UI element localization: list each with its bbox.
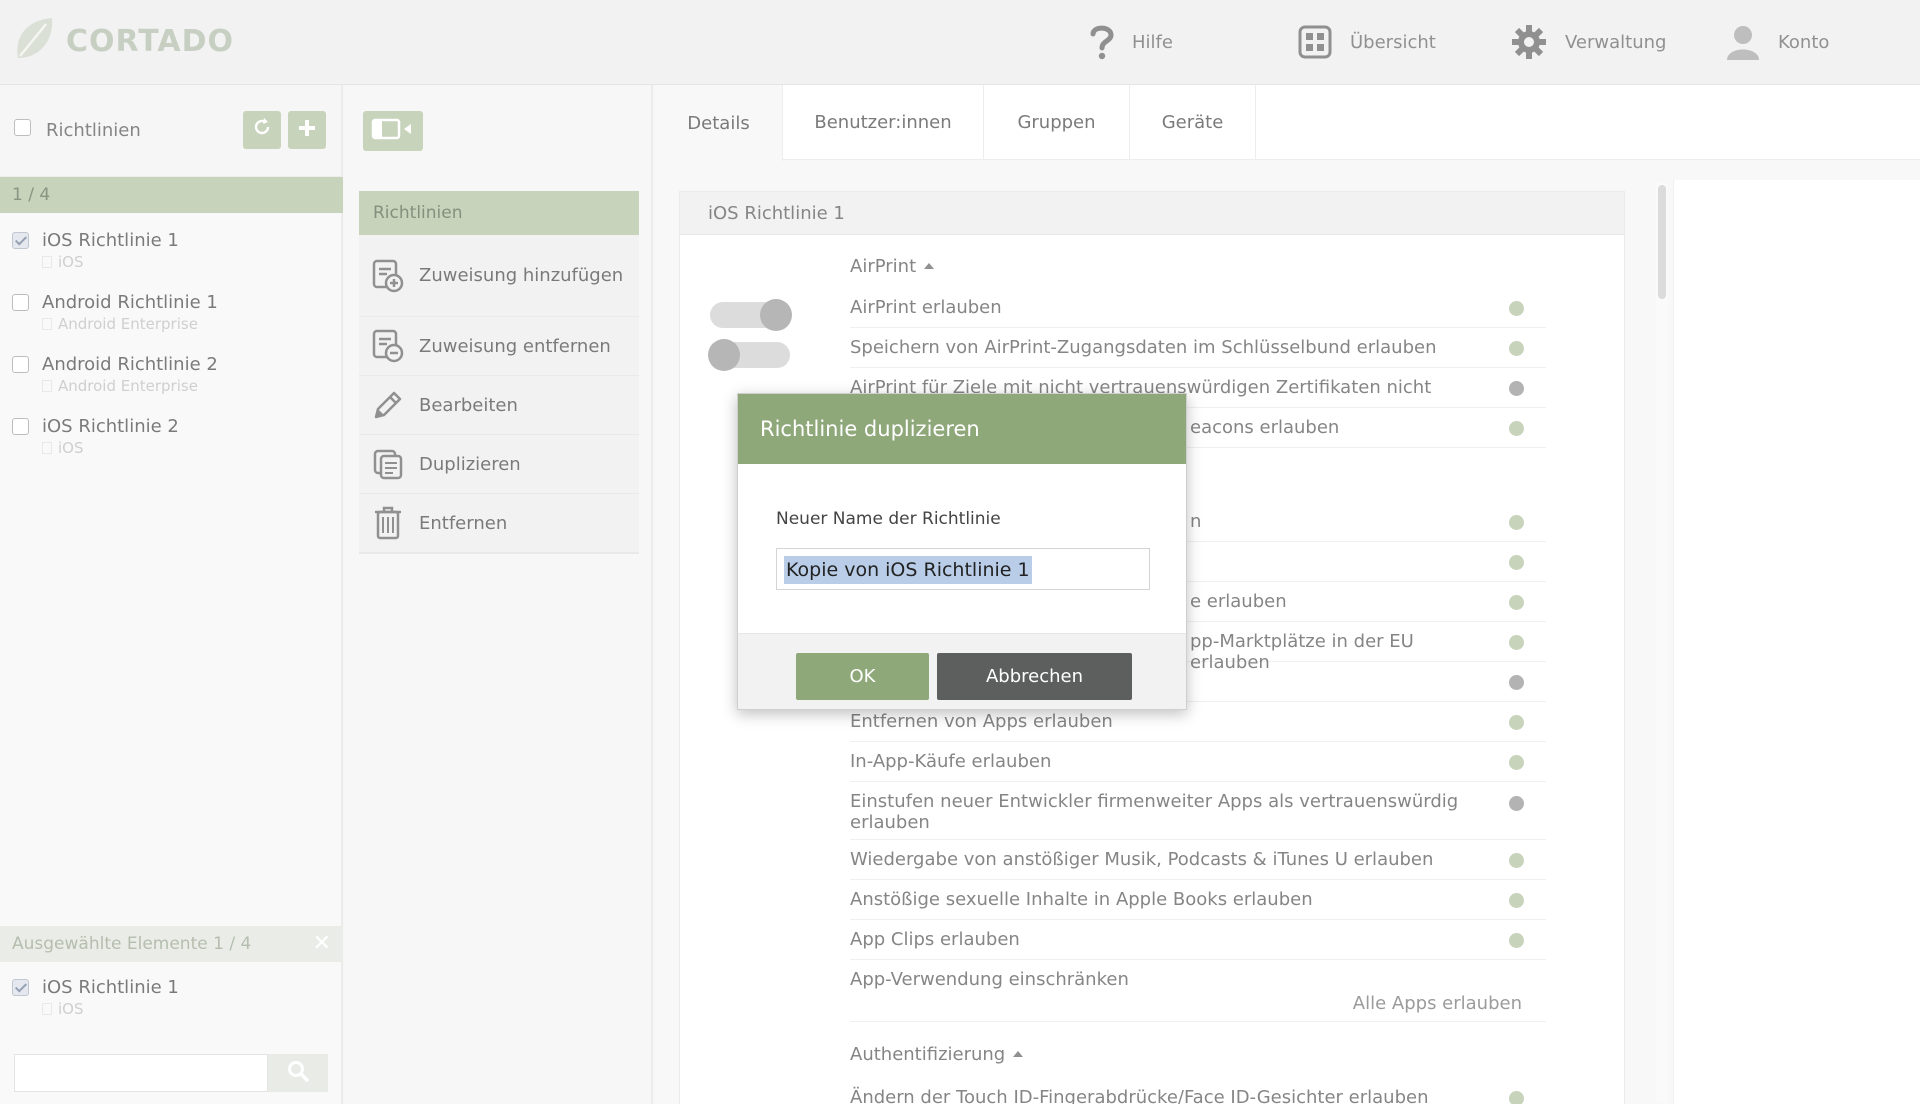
new-name-input[interactable]: Kopie von iOS Richtlinie 1: [776, 548, 1150, 590]
new-name-label: Neuer Name der Richtlinie: [776, 509, 1001, 529]
ok-button[interactable]: OK: [796, 653, 929, 700]
duplicate-policy-dialog: Richtlinie duplizieren Neuer Name der Ri…: [737, 393, 1187, 710]
new-name-value: Kopie von iOS Richtlinie 1: [784, 556, 1032, 584]
cancel-button[interactable]: Abbrechen: [937, 653, 1132, 700]
dialog-title: Richtlinie duplizieren: [738, 394, 1186, 464]
dialog-body: Neuer Name der Richtlinie Kopie von iOS …: [738, 464, 1186, 634]
